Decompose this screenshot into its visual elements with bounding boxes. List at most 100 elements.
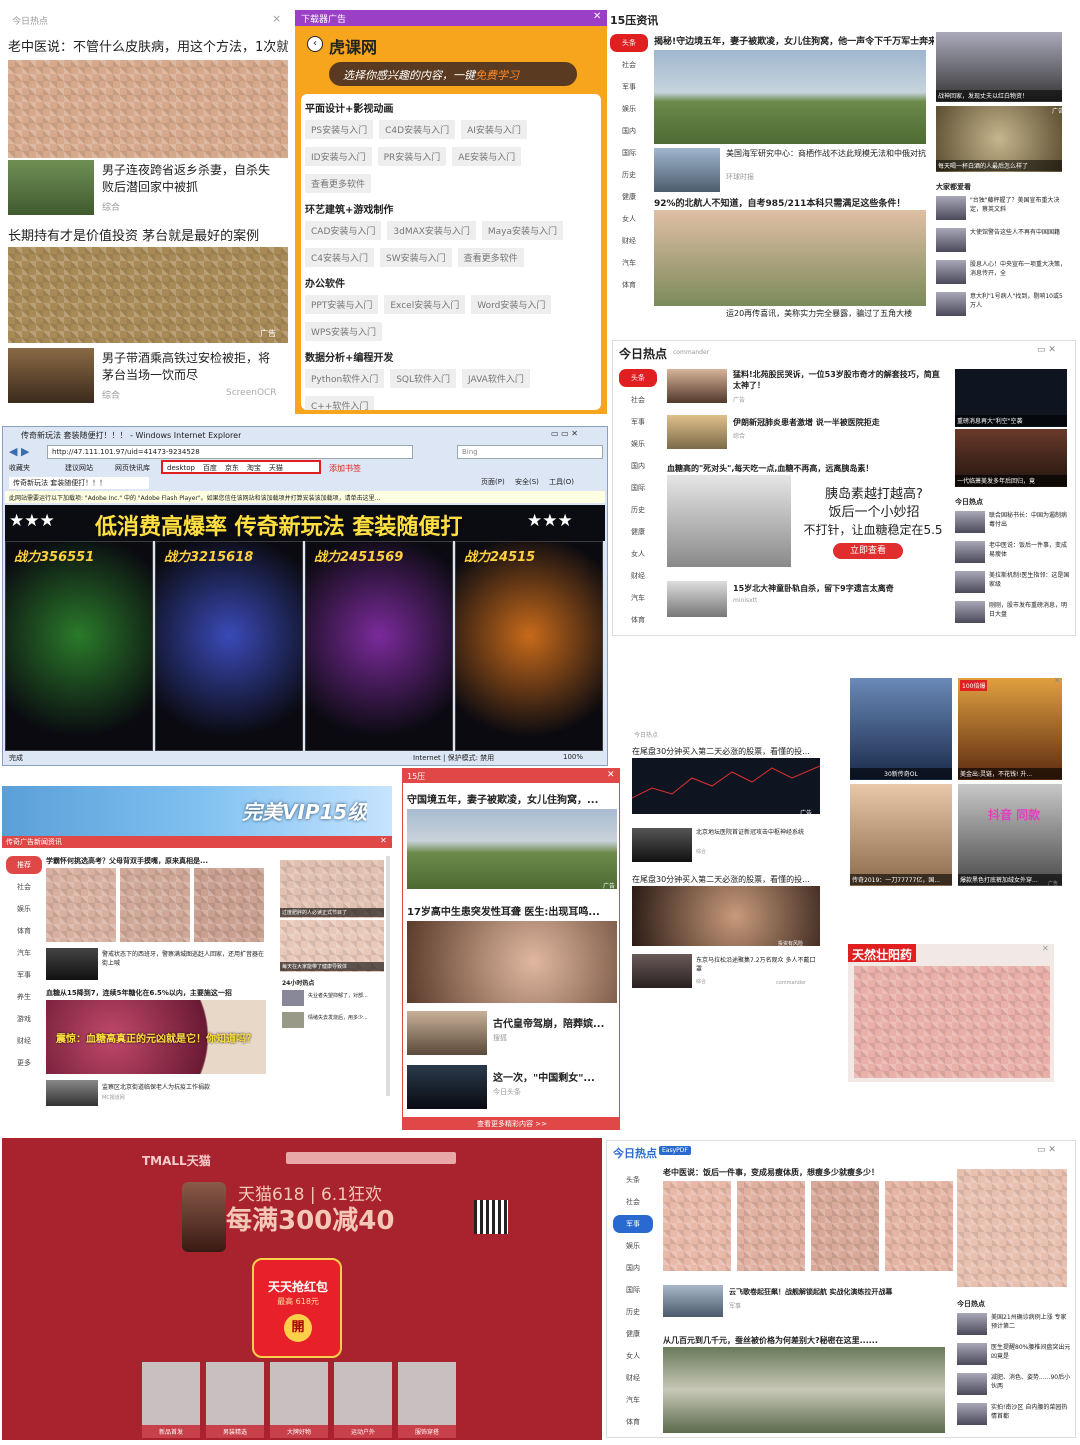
side-news-item[interactable]: 股息人心！中央宣布一项重大决策，消息传开，全: [936, 258, 1070, 290]
blurred-body-image[interactable]: [663, 1181, 731, 1271]
list-item-title[interactable]: 这一次，"中国剩女"...: [493, 1069, 617, 1084]
insulin-ad-image[interactable]: [667, 475, 791, 567]
nav-item[interactable]: 女人: [610, 210, 648, 228]
side-news-item[interactable]: 医生提醒80%腰椎间盘突出元凶竟是: [957, 1341, 1073, 1371]
moutai-ad-image[interactable]: [8, 247, 288, 343]
news-thumb[interactable]: [407, 1065, 487, 1109]
window-controls-icon[interactable]: ▭ ✕: [1037, 345, 1056, 355]
list-item-title[interactable]: 警戒状态下的西班牙，警察满城图巡赶人回家，还用扩音器在街上喊: [102, 950, 266, 968]
course-chip[interactable]: C4安装与入门: [305, 248, 375, 267]
blurred-body-image[interactable]: [737, 1181, 805, 1271]
zoom-level[interactable]: 100%: [563, 753, 583, 761]
blurred-face-image[interactable]: [46, 868, 116, 942]
back-forward-icon[interactable]: ◀ ▶: [9, 445, 29, 458]
info-bar[interactable]: 此网站需要运行以下加载项: "Adobe Inc." 中的 "Adobe Fla…: [5, 491, 605, 503]
side-news-item[interactable]: "台独"藤秤握了？美国宣布重大决定，蔡英文斜: [936, 194, 1070, 226]
news-thumb[interactable]: [282, 990, 304, 1006]
nav-item[interactable]: 体育: [613, 1413, 653, 1431]
side-news-item[interactable]: 大使馆警告这些人不再有中国国籍: [936, 226, 1070, 258]
course-chip[interactable]: SW安装与入门: [380, 248, 452, 267]
grassland-image[interactable]: [407, 809, 617, 889]
nav-item[interactable]: 国际: [619, 479, 657, 497]
headline[interactable]: 守国境五年，妻子被欺凌，女儿住狗窝，...: [407, 791, 617, 806]
product-card[interactable]: 大牌好物: [270, 1362, 328, 1438]
qr-code-icon[interactable]: [474, 1200, 508, 1234]
game-tile[interactable]: [958, 678, 1062, 780]
nav-item[interactable]: 财经: [610, 232, 648, 250]
list-item-title[interactable]: 男子连夜跨省返乡杀妻，自杀失败后潜回家中被抓: [102, 162, 280, 196]
warship-thumb[interactable]: [654, 148, 720, 192]
nav-item[interactable]: 国际: [610, 144, 648, 162]
nav-item[interactable]: 健康: [613, 1325, 653, 1343]
product-card[interactable]: 男装精选: [206, 1362, 264, 1438]
nav-item[interactable]: 头条: [610, 34, 648, 52]
close-icon[interactable]: ✕: [380, 836, 387, 845]
game-character-card[interactable]: 战力3215618: [155, 541, 303, 751]
headline[interactable]: 17岁高中生患突发性耳聋 医生:出现耳鸣...: [407, 903, 617, 918]
game-tile[interactable]: [850, 784, 952, 886]
side-news-item[interactable]: 减肥、消色、姿势......90后小伙两: [957, 1371, 1073, 1401]
list-item-title[interactable]: 伊朗新冠肺炎患者激增 说一半被医院拒走: [733, 417, 943, 428]
course-chip[interactable]: Excel安装与入门: [384, 295, 466, 314]
news-thumb[interactable]: [46, 1080, 98, 1106]
phone-image[interactable]: [182, 1182, 226, 1252]
nav-item[interactable]: 女人: [619, 545, 657, 563]
nav-item[interactable]: 养生: [6, 988, 42, 1006]
nav-item[interactable]: 娱乐: [613, 1237, 653, 1255]
back-icon[interactable]: ‹: [307, 36, 323, 52]
nav-item[interactable]: 娱乐: [6, 900, 42, 918]
headline[interactable]: 在尾盘30分钟买入第二天必涨的股票，看懂的投...: [632, 874, 820, 885]
headline[interactable]: 血糖从15降到7，连续5年糖化在6.5%以内，主要施这一招: [46, 988, 266, 998]
side-news-item[interactable]: 老中医说：饭后一件事，变成易瘦体: [955, 539, 1073, 569]
bookmark-item[interactable]: desktop: [167, 464, 195, 472]
side-news-title[interactable]: 情绪失去发烧后，用多少...: [308, 1014, 386, 1021]
address-bar[interactable]: http://47.111.101.97/uid=41473-9234528: [47, 445, 413, 459]
headline[interactable]: 从几百元到几千元，蚕丝被价格为何差别大?秘密在这里......: [663, 1335, 953, 1346]
list-item-title[interactable]: 美国海军研究中心：商栖作战不达此规模无法和中俄对抗: [726, 148, 926, 159]
game-tile[interactable]: [958, 784, 1062, 886]
onion-image[interactable]: 震惊：血糖高真正的元凶就是它！你知道吗？: [46, 1000, 266, 1074]
nav-item[interactable]: 历史: [613, 1303, 653, 1321]
bookmark-item[interactable]: 天猫: [269, 464, 283, 472]
headline[interactable]: 92%的北航人不知道，自考985/211本科只需满足这些条件！: [654, 196, 934, 209]
nav-item[interactable]: 国内: [619, 457, 657, 475]
course-chip[interactable]: SQL软件入门: [390, 369, 457, 388]
nav-item[interactable]: 女人: [613, 1347, 653, 1365]
news-thumb[interactable]: [667, 415, 727, 449]
headline[interactable]: 血糖高的"死对头",每天吃一点,血糖不再高，远离胰岛素！: [667, 463, 947, 474]
blurred-face-image[interactable]: [194, 868, 264, 942]
menu-safety[interactable]: 安全(S): [515, 477, 539, 487]
window-controls-icon[interactable]: ▭ ✕: [1037, 1145, 1056, 1155]
news-thumb[interactable]: [8, 160, 94, 215]
product-card[interactable]: 新品首发: [142, 1362, 200, 1438]
face-image[interactable]: [632, 886, 820, 946]
nav-item[interactable]: 社会: [619, 391, 657, 409]
course-chip[interactable]: 查看更多软件: [457, 248, 524, 267]
course-chip[interactable]: CAD安装与入门: [305, 221, 382, 240]
nav-item[interactable]: 历史: [610, 166, 648, 184]
game-banner[interactable]: ★★★ 低消费高爆率 传奇新玩法 套装随便打 ★★★: [5, 505, 605, 541]
course-chip[interactable]: PS安装与入门: [305, 120, 374, 139]
news-thumb[interactable]: [407, 1011, 487, 1055]
nav-item[interactable]: 社会: [610, 56, 648, 74]
list-item-title[interactable]: 15岁北大神童卧轨自杀，留下9字遗言太离奇: [733, 583, 943, 594]
game-character-card[interactable]: 战力24515: [455, 541, 603, 751]
news-thumb[interactable]: [667, 369, 727, 403]
side-news-item[interactable]: 联合国秘书长：中国为遏制病毒付出: [955, 509, 1073, 539]
course-chip[interactable]: C++软件入门: [305, 396, 375, 410]
nav-item[interactable]: 财经: [613, 1369, 653, 1387]
course-chip[interactable]: 查看更多软件: [305, 174, 372, 193]
scrollbar[interactable]: [386, 856, 390, 1096]
blurred-body-image[interactable]: [885, 1181, 953, 1271]
nav-item[interactable]: 汽车: [613, 1391, 653, 1409]
news-thumb[interactable]: [667, 581, 727, 617]
nav-item[interactable]: 社会: [613, 1193, 653, 1211]
nav-item[interactable]: 军事: [619, 413, 657, 431]
nav-item[interactable]: 汽车: [619, 589, 657, 607]
side-news-item[interactable]: 刚刚，股市发布重磅消息，明日大盘: [955, 599, 1073, 629]
nav-item[interactable]: 健康: [610, 188, 648, 206]
list-item-title[interactable]: 男子带酒乘高铁过安检被拒，将茅台当场一饮而尽: [102, 350, 280, 384]
nav-item[interactable]: 体育: [619, 611, 657, 629]
headline[interactable]: 老中医说：不管什么皮肤病，用这个方法，1次就...: [8, 36, 288, 55]
nav-item[interactable]: 历史: [619, 501, 657, 519]
